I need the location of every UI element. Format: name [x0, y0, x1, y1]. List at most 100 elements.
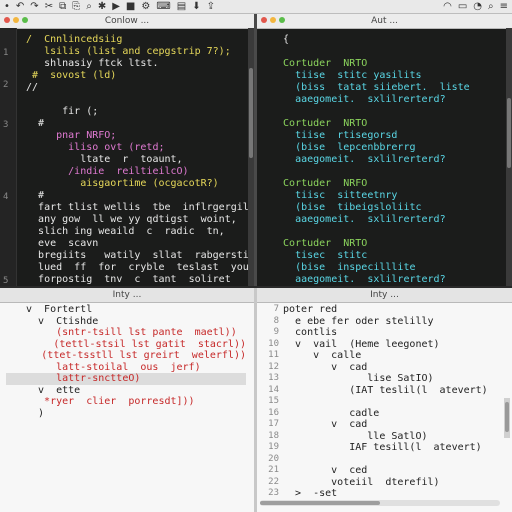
vertical-scrollbar[interactable]: [506, 28, 512, 286]
tree-row[interactable]: 16 cadle: [263, 408, 504, 420]
pane-titlebar[interactable]: Conlow ...: [0, 14, 254, 29]
clock-icon[interactable]: ◔: [473, 1, 482, 12]
tree-row[interactable]: (tettl-stsil lst gatit stacrl)): [6, 339, 246, 351]
run-icon[interactable]: ▶: [112, 1, 120, 12]
tree-row-text: v vail (Heme leegonet): [283, 338, 440, 350]
wifi-icon[interactable]: ◠: [443, 1, 452, 12]
battery-icon[interactable]: ▭: [458, 1, 467, 12]
line-number: 12: [268, 361, 279, 372]
tree-row-text: (IAT teslil(l atevert): [283, 384, 488, 396]
tree-row-text: lle SatlO): [283, 430, 428, 442]
line-number: 19: [268, 442, 279, 452]
tree-row[interactable]: 14 (IAT teslil(l atevert): [263, 385, 504, 397]
apple-icon[interactable]: •: [4, 1, 10, 12]
code-area[interactable]: / Cnnlincedsiig lsilis (list and cepgstr…: [20, 34, 254, 285]
tree-row[interactable]: 9 contlis: [263, 327, 504, 339]
code-area[interactable]: { Cortuder NRTO tiise stitc yasilits (bi…: [271, 34, 506, 285]
editor-top-right: Aut ... { Cortuder NRTO tiise stitc yasi…: [257, 14, 512, 286]
maximize-icon[interactable]: [279, 17, 285, 23]
search-icon[interactable]: ⌕: [86, 1, 92, 12]
stop-icon[interactable]: ■: [126, 1, 135, 12]
tree-row-text: v Fortertl: [26, 304, 93, 315]
tree-row[interactable]: v ette: [6, 385, 246, 397]
tree-row[interactable]: 17 v cad: [263, 419, 504, 431]
tree-row[interactable]: 10 v vail (Heme leegonet): [263, 339, 504, 351]
code-line: aaegomeit. sxlilrerterd?: [271, 214, 446, 225]
share-icon[interactable]: ⇪: [207, 1, 215, 12]
tree-row[interactable]: 15: [263, 396, 504, 408]
tree-row[interactable]: latt-stoilal ous jerf): [6, 362, 246, 374]
scroll-thumb[interactable]: [505, 402, 509, 432]
tree-row[interactable]: *ryer clier porresdt])): [6, 396, 246, 408]
tree-row[interactable]: ): [6, 408, 246, 420]
close-icon[interactable]: [261, 17, 267, 23]
tree-row[interactable]: 11 v calle: [263, 350, 504, 362]
pane-titlebar[interactable]: Inty ...: [0, 288, 254, 303]
code-line: Cortuder NRFO: [271, 178, 368, 189]
bug-icon[interactable]: ✱: [98, 1, 106, 12]
minimize-icon[interactable]: [270, 17, 276, 23]
spotlight-icon[interactable]: ⌕: [488, 1, 494, 12]
copy-icon[interactable]: ⧉: [59, 1, 66, 12]
terminal-icon[interactable]: ⌨: [156, 1, 170, 12]
scroll-thumb[interactable]: [260, 501, 380, 505]
cut-icon[interactable]: ✂: [45, 1, 53, 12]
code-line: //: [20, 82, 39, 93]
notification-icon[interactable]: ≡: [500, 1, 508, 12]
scroll-thumb[interactable]: [507, 98, 511, 168]
tree-row[interactable]: v Fortertl: [6, 304, 246, 316]
tree-row[interactable]: 13 lise SatIO): [263, 373, 504, 385]
code-line: Cortuder NRTO: [271, 118, 368, 129]
line-number: 1: [3, 48, 9, 58]
save-icon[interactable]: ⬇: [192, 1, 200, 12]
tree-row-text: v ette: [26, 384, 81, 396]
tree-row[interactable]: 12 v cad: [263, 362, 504, 374]
tree-row-text: contlis: [283, 327, 338, 338]
code-line: forpostig tnv c tant soliret: [20, 274, 231, 285]
vertical-scrollbar[interactable]: [504, 398, 510, 438]
tree-row-text: (sntr-tsill lst pante maetl)): [26, 327, 237, 338]
code-line: tisec stitc: [271, 250, 368, 261]
settings-icon[interactable]: ⚙: [141, 1, 150, 12]
line-number: 10: [268, 338, 279, 349]
redo-icon[interactable]: ↷: [30, 1, 38, 12]
code-line: (bise inspecilllite: [271, 262, 416, 273]
pane-titlebar[interactable]: Aut ...: [257, 14, 512, 29]
tree-row[interactable]: 20: [263, 454, 504, 466]
line-number: [6, 396, 22, 408]
pane-titlebar[interactable]: Inty ...: [257, 288, 512, 303]
outline-view[interactable]: 7 poter red 8 e ebe fer oder stelilly 9 con…: [263, 304, 504, 506]
tree-row[interactable]: 19 IAF tesill(l atevert): [263, 442, 504, 454]
tree-row[interactable]: 8 e ebe fer oder stelilly: [263, 316, 504, 328]
undo-icon[interactable]: ↶: [16, 1, 24, 12]
tree-row[interactable]: 18 lle SatlO): [263, 431, 504, 443]
close-icon[interactable]: [4, 17, 10, 23]
code-line: lsilis (list and cepgstrip 7?);: [20, 46, 231, 57]
line-number: 23: [268, 488, 279, 498]
tree-row[interactable]: 22 voteiil dterefil): [263, 477, 504, 489]
horizontal-scrollbar[interactable]: [260, 500, 500, 506]
folder-icon[interactable]: ▤: [177, 1, 186, 12]
tree-row[interactable]: (ttet-tsstll lst greirt welerfl)): [6, 350, 246, 362]
tree-row[interactable]: 7 poter red: [263, 304, 504, 316]
line-number: 11: [268, 350, 279, 360]
tree-row-text: v ced: [283, 465, 368, 476]
tree-row[interactable]: 21 v ced: [263, 465, 504, 477]
tree-row-selected[interactable]: lattr-snctteO): [6, 373, 246, 385]
code-line: shlnasiy ftck ltst.: [20, 58, 159, 69]
tree-row[interactable]: 23 > -set: [263, 488, 504, 500]
code-line: fir (;: [20, 106, 99, 117]
tree-row-text: (tettl-stsil lst gatit stacrl)): [23, 338, 246, 350]
line-number: 22: [268, 476, 279, 487]
line-number: [6, 339, 19, 351]
minimize-icon[interactable]: [13, 17, 19, 23]
tree-view[interactable]: v Fortertl v Ctishde (sntr-tsill lst pan…: [6, 304, 246, 506]
tree-row[interactable]: (sntr-tsill lst pante maetl)): [6, 327, 246, 339]
paste-icon[interactable]: ⎘: [72, 1, 80, 12]
tree-row[interactable]: v Ctishde: [6, 316, 246, 328]
maximize-icon[interactable]: [22, 17, 28, 23]
scroll-thumb[interactable]: [249, 68, 253, 158]
